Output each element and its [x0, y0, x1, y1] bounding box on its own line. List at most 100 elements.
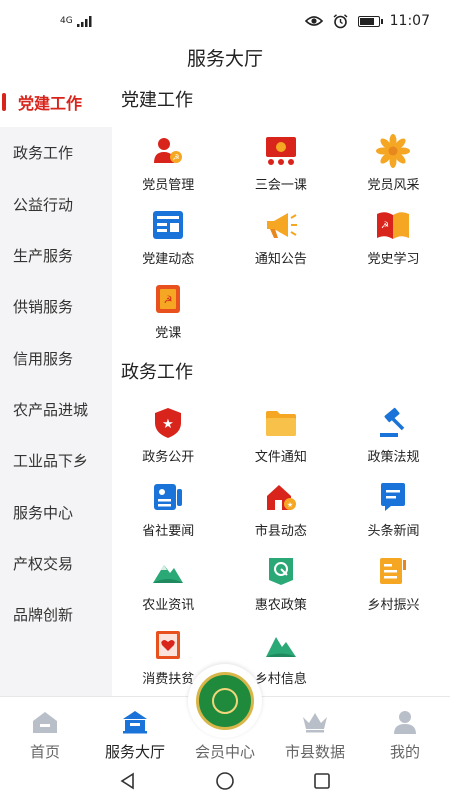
- sidebar-item-supply-marketing[interactable]: 供销服务: [0, 281, 112, 332]
- page-title: 服务大厅: [186, 48, 263, 70]
- svg-text:☭: ☭: [381, 221, 389, 231]
- alarm-icon: [333, 13, 348, 28]
- grid-item-label: 省社要闻: [142, 524, 195, 539]
- grid-item-label: 党员风采: [367, 178, 420, 193]
- grid-item-county-news[interactable]: ★ 市县动态: [225, 472, 338, 546]
- member-center-button[interactable]: [188, 664, 262, 738]
- mountain-icon: [151, 554, 185, 588]
- signal-area: 4G: [60, 15, 93, 27]
- user-icon: [392, 709, 418, 735]
- sidebar-item-party-building[interactable]: 党建工作: [0, 76, 112, 128]
- grid-item-notices[interactable]: 通知公告: [225, 200, 338, 274]
- sidebar-item-public-welfare[interactable]: 公益行动: [0, 179, 112, 230]
- grid-item-label: 市县动态: [254, 524, 307, 539]
- gavel-icon: [376, 406, 410, 440]
- svg-text:★: ★: [162, 417, 174, 432]
- grid-item-label: 政务公开: [142, 450, 195, 465]
- section-title-government: 政务工作: [121, 362, 193, 383]
- grid-item-gov-open[interactable]: ★ 政务公开: [112, 398, 225, 472]
- party-book-icon: ☭: [151, 282, 185, 316]
- tab-label: 服务大厅: [104, 743, 165, 761]
- sidebar-item-brand-innovation[interactable]: 品牌创新: [0, 589, 112, 640]
- recents-icon[interactable]: [313, 772, 331, 790]
- clock: 11:07: [389, 13, 430, 29]
- party-member-icon: ☭: [151, 134, 185, 168]
- grid-item-label: 政策法规: [367, 450, 420, 465]
- tab-service-hall[interactable]: 服务大厅: [90, 697, 180, 763]
- grid-item-label: 乡村振兴: [367, 598, 420, 613]
- svg-text:★: ★: [287, 501, 293, 509]
- heart-book-icon: [151, 628, 185, 662]
- back-icon[interactable]: [119, 772, 137, 790]
- party-grid: ☭ 党员管理 三会一课 党员风采 党建动态 通知公告 ☭ 党史学习 ☭ 党课: [112, 126, 450, 348]
- battery-icon: [357, 15, 383, 27]
- main-content: 党建工作 ☭ 党员管理 三会一课 党员风采 党建动态 通知公告 ☭ 党史学习 ☭…: [112, 76, 450, 696]
- service-hall-icon: [122, 709, 148, 735]
- grid-item-three-meetings[interactable]: 三会一课: [225, 126, 338, 200]
- tab-county-data[interactable]: 市县数据: [270, 697, 360, 763]
- sidebar-item-credit-service[interactable]: 信用服务: [0, 332, 112, 383]
- news-card-icon: [151, 208, 185, 242]
- grid-item-member-style[interactable]: 党员风采: [337, 126, 450, 200]
- sidebar: 党建工作 政务工作 公益行动 生产服务 供销服务 信用服务 农产品进城 工业品下…: [0, 76, 112, 696]
- tab-label: 首页: [29, 743, 60, 761]
- svg-text:☭: ☭: [173, 153, 180, 162]
- home-circle-icon[interactable]: [215, 771, 235, 791]
- grid-item-party-member-mgmt[interactable]: ☭ 党员管理: [112, 126, 225, 200]
- grid-item-label: 通知公告: [254, 252, 307, 267]
- network-type: 4G: [60, 16, 73, 26]
- system-nav-bar: [0, 762, 450, 800]
- sidebar-item-service-center[interactable]: 服务中心: [0, 486, 112, 537]
- member-seal-icon: [196, 672, 254, 730]
- grid-item-label: 头条新闻: [367, 524, 420, 539]
- shield-star-icon: ★: [151, 406, 185, 440]
- grid-item-party-class[interactable]: ☭ 党课: [112, 274, 225, 348]
- grid-item-headlines[interactable]: 头条新闻: [337, 472, 450, 546]
- leaf-badge-icon: [264, 554, 298, 588]
- grid-item-label: 乡村信息: [254, 672, 307, 687]
- house-icon: ★: [264, 480, 298, 514]
- grid-item-label: 党史学习: [367, 252, 420, 267]
- grid-item-file-notices[interactable]: 文件通知: [225, 398, 338, 472]
- sidebar-item-government-affairs[interactable]: 政务工作: [0, 127, 112, 178]
- grid-item-farmer-policies[interactable]: 惠农政策: [225, 546, 338, 620]
- grid-item-policies[interactable]: 政策法规: [337, 398, 450, 472]
- sidebar-item-industrial-to-village[interactable]: 工业品下乡: [0, 435, 112, 486]
- crown-icon: [302, 709, 328, 735]
- grid-item-party-history[interactable]: ☭ 党史学习: [337, 200, 450, 274]
- sidebar-item-agri-products-to-city[interactable]: 农产品进城: [0, 384, 112, 435]
- tab-label: 会员中心: [194, 743, 255, 761]
- grid-item-provincial-news[interactable]: 省社要闻: [112, 472, 225, 546]
- tab-mine[interactable]: 我的: [360, 697, 450, 763]
- open-book-icon: ☭: [376, 208, 410, 242]
- grid-item-agri-info[interactable]: 农业资讯: [112, 546, 225, 620]
- svg-text:☭: ☭: [164, 295, 173, 306]
- grid-item-label: 党课: [155, 326, 182, 341]
- megaphone-icon: [264, 208, 298, 242]
- grid-item-rural-revitalization[interactable]: 乡村振兴: [337, 546, 450, 620]
- sidebar-item-production-service[interactable]: 生产服务: [0, 230, 112, 281]
- eye-icon: [304, 16, 323, 26]
- grid-item-label: 三会一课: [254, 178, 307, 193]
- tab-home[interactable]: 首页: [0, 697, 90, 763]
- section-title-party: 党建工作: [121, 90, 193, 111]
- meeting-board-icon: [264, 134, 298, 168]
- grid-item-party-news[interactable]: 党建动态: [112, 200, 225, 274]
- sidebar-item-property-trading[interactable]: 产权交易: [0, 538, 112, 589]
- home-icon: [32, 709, 58, 735]
- hills-icon: [264, 628, 298, 662]
- notebook-icon: [376, 554, 410, 588]
- tab-label: 市县数据: [284, 743, 345, 761]
- government-grid: ★ 政务公开 文件通知 政策法规 省社要闻 ★ 市县动态 头条新闻 农业资讯 惠…: [112, 398, 450, 694]
- grid-item-label: 农业资讯: [142, 598, 195, 613]
- grid-item-label: 党员管理: [142, 178, 195, 193]
- grid-item-label: 惠农政策: [254, 598, 307, 613]
- status-bar: 4G 11:07: [0, 0, 450, 42]
- flower-icon: [376, 134, 411, 168]
- tab-label: 我的: [389, 743, 420, 761]
- folder-icon: [264, 406, 298, 440]
- grid-item-label: 消费扶贫: [142, 672, 195, 687]
- grid-item-label: 文件通知: [254, 450, 307, 465]
- chat-doc-icon: [376, 480, 410, 514]
- grid-item-label: 党建动态: [142, 252, 195, 267]
